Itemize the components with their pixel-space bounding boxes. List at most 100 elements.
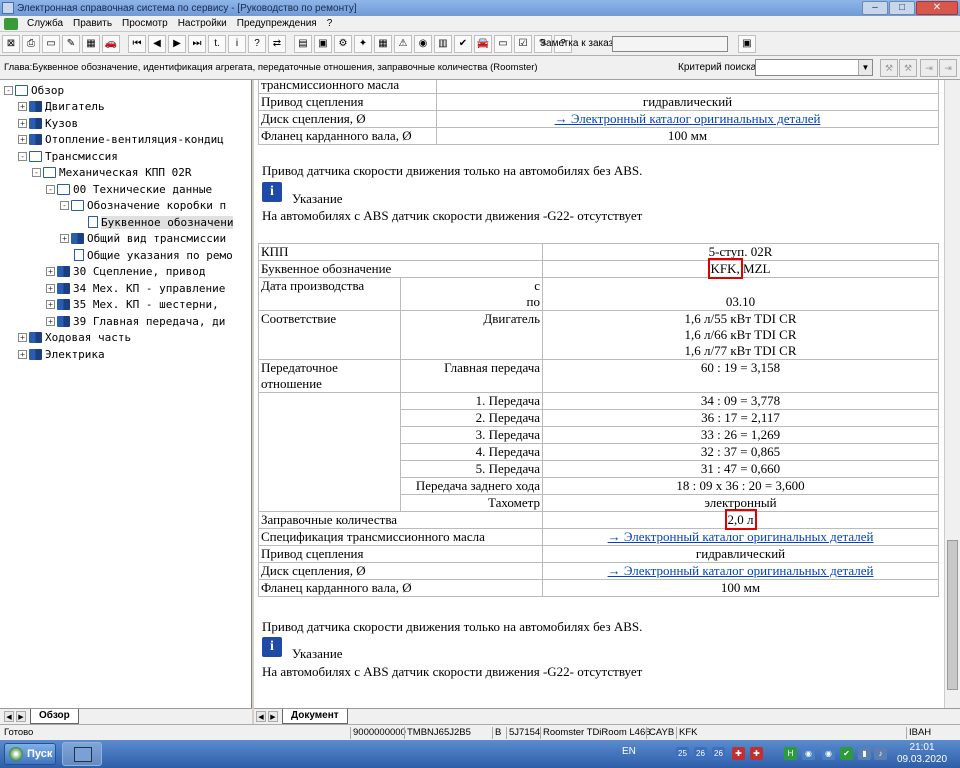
swap-icon[interactable]: ⇄ [268,34,286,53]
tray-signal-icon[interactable]: ▮ [858,747,871,760]
expand-icon[interactable]: + [18,118,27,128]
tab-next-icon[interactable]: ▶ [268,711,278,722]
battery-icon[interactable]: ▥ [434,34,452,53]
next-page-icon[interactable]: ▶ [168,34,186,53]
catalog-icon[interactable]: ▣ [314,34,332,53]
tree-item-chassis[interactable]: + Ходовая часть [18,329,131,345]
tree-item-transmission[interactable]: - Трансмиссия [18,148,118,164]
tab-prev-icon[interactable]: ◀ [4,711,14,722]
language-indicator[interactable]: EN [622,746,636,757]
tab-prev-icon[interactable]: ◀ [256,711,266,722]
exit-icon[interactable]: ⊠ [2,34,20,53]
tray-h-icon[interactable]: H [784,747,797,760]
minimize-button[interactable]: – [862,1,888,15]
expand-icon[interactable]: + [46,299,55,309]
grid-icon[interactable]: ▦ [374,34,392,53]
search-icon[interactable]: ⚒ [880,59,898,77]
expand-icon[interactable]: + [18,349,27,359]
info-icon[interactable]: i [228,34,246,53]
tree-item-letter-code[interactable]: Буквенное обозначени [88,214,234,230]
start-button[interactable]: Пуск [4,743,56,765]
previous-page-icon[interactable]: ◀ [148,34,166,53]
order-note-input[interactable] [612,36,728,52]
checklist-icon[interactable]: ☑ [514,34,532,53]
expand-icon[interactable]: + [18,332,27,342]
collapse-icon[interactable]: - [4,85,13,95]
text-icon[interactable]: t. [208,34,226,53]
clipboard-icon[interactable]: ▦ [82,34,100,53]
menu-edit[interactable]: Править [68,18,117,29]
expand-icon[interactable]: + [18,134,27,144]
menu-help[interactable]: ? [322,18,338,29]
tree-item-overview[interactable]: - Обзор [4,82,64,98]
expand-icon[interactable]: + [46,283,55,293]
tree-item-tech-data[interactable]: -00 Технические данные [46,181,212,197]
scrollbar-thumb[interactable] [947,540,958,690]
menu-service[interactable]: Служба [22,18,68,29]
disc-catalog-link[interactable]: → Электронный каталог оригинальных детал… [608,563,874,578]
tray-calendar-icon[interactable]: 26 [712,747,725,760]
vehicle-icon[interactable]: 🚗 [102,34,120,53]
tray-medical-icon[interactable]: ✚ [750,747,763,760]
document-icon[interactable]: ▭ [494,34,512,53]
vertical-scrollbar[interactable] [944,80,960,708]
system-clock[interactable]: 21:01 09.03.2020 [890,742,954,766]
tree-item-gearbox-control[interactable]: +34 Мех. КП - управление [46,280,225,296]
tree-item-gears[interactable]: +35 Мех. КП - шестерни, [46,296,219,312]
tree-item-general-notes[interactable]: Общие указания по ремо [74,247,233,263]
collapse-icon[interactable]: - [32,167,41,177]
parts-catalog-link[interactable]: → Электронный каталог оригинальных детал… [555,111,821,126]
car-icon[interactable]: 🚘 [474,34,492,53]
menu-settings[interactable]: Настройки [173,18,232,29]
tab-next-icon[interactable]: ▶ [16,711,26,722]
tray-medical-icon[interactable]: ✚ [732,747,745,760]
expand-icon[interactable]: + [60,233,69,243]
gear-icon[interactable]: ⚙ [334,34,352,53]
jump-back-icon[interactable]: ⇥ [939,59,957,77]
warning-icon[interactable]: ⚠ [394,34,412,53]
first-page-icon[interactable]: ⏮ [128,34,146,53]
tray-globe-icon[interactable]: ◉ [802,747,815,760]
tree-item-hvac[interactable]: + Отопление-вентиляция-кондиц [18,131,224,147]
chevron-down-icon[interactable]: ▼ [858,60,872,75]
manual-icon[interactable]: ▤ [294,34,312,53]
tree-item-gearbox-designation[interactable]: - Обозначение коробки п [60,197,226,213]
expand-icon[interactable]: + [46,316,55,326]
search-next-icon[interactable]: ⚒ [899,59,917,77]
tab-overview[interactable]: Обзор [30,709,79,724]
last-page-icon[interactable]: ⏭ [188,34,206,53]
tray-check-icon[interactable]: ✔ [840,747,853,760]
taskbar-app-button[interactable] [62,742,102,766]
maximize-button[interactable]: □ [889,1,915,15]
diagnostic-icon[interactable]: ✦ [354,34,372,53]
tree-item-engine[interactable]: + Двигатель [18,98,105,114]
collapse-icon[interactable]: - [60,200,69,210]
app-menu-icon[interactable] [4,17,18,30]
collapse-icon[interactable]: - [46,184,55,194]
menu-warnings[interactable]: Предупреждения [232,18,322,29]
tray-calendar-icon[interactable]: 25 [676,747,689,760]
tree-item-electrics[interactable]: + Электрика [18,346,105,362]
tree-item-body[interactable]: + Кузов [18,115,78,131]
help-icon[interactable]: ? [248,34,266,53]
tree-item-manual-gearbox[interactable]: - Механическая КПП 02R [32,164,191,180]
tray-network-icon[interactable]: ◉ [822,747,835,760]
tree-item-clutch[interactable]: +30 Сцепление, привод [46,263,205,279]
print-icon[interactable]: ⎙ [22,34,40,53]
expand-icon[interactable]: + [18,101,27,111]
check-icon[interactable]: ✔ [454,34,472,53]
globe-icon[interactable]: ◉ [414,34,432,53]
collapse-icon[interactable]: - [18,151,27,161]
close-button[interactable]: ✕ [916,1,958,15]
tab-document[interactable]: Документ [282,709,348,724]
menu-view[interactable]: Просмотр [117,18,173,29]
search-criteria-select[interactable]: ▼ [755,59,873,76]
tray-volume-icon[interactable]: ♪ [874,747,887,760]
tree-item-final-drive[interactable]: +39 Главная передача, ди [46,313,225,329]
jump-forward-icon[interactable]: ⇥ [920,59,938,77]
oil-catalog-link[interactable]: → Электронный каталог оригинальных детал… [608,529,874,544]
edit-icon[interactable]: ✎ [62,34,80,53]
tree-item-transmission-view[interactable]: + Общий вид трансмиссии [60,230,226,246]
expand-icon[interactable]: + [46,266,55,276]
new-document-icon[interactable]: ▭ [42,34,60,53]
